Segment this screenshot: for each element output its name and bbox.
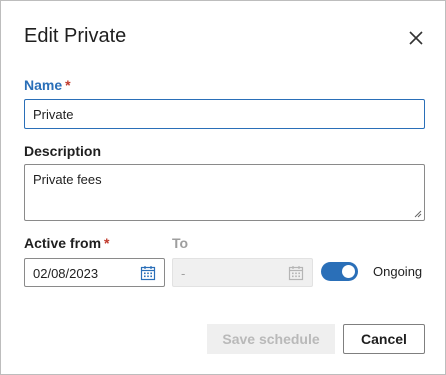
- to-label: To: [172, 235, 189, 251]
- edit-dialog: Edit Private Name * Private Description P…: [0, 0, 446, 375]
- active-from-label: Active from *: [24, 235, 109, 251]
- cancel-button[interactable]: Cancel: [343, 324, 425, 354]
- name-input[interactable]: Private: [24, 99, 425, 129]
- active-from-date-input[interactable]: 02/08/2023: [24, 258, 165, 287]
- description-textarea[interactable]: Private fees: [24, 164, 425, 221]
- dialog-title: Edit Private: [24, 25, 127, 47]
- active-from-required-marker: *: [104, 235, 110, 251]
- to-value: -: [181, 266, 186, 281]
- active-from-label-text: Active from: [24, 235, 102, 251]
- name-label: Name *: [24, 77, 71, 93]
- description-label: Description: [24, 143, 102, 159]
- ongoing-label: Ongoing: [373, 264, 423, 279]
- ongoing-toggle[interactable]: [321, 262, 358, 281]
- name-input-value: Private: [33, 107, 74, 122]
- toggle-knob: [342, 265, 355, 278]
- to-date-input: -: [172, 258, 313, 287]
- close-icon: [409, 31, 423, 45]
- name-required-marker: *: [65, 77, 71, 93]
- close-button[interactable]: [405, 27, 427, 49]
- save-schedule-button[interactable]: Save schedule: [207, 324, 335, 354]
- calendar-icon[interactable]: [140, 265, 156, 281]
- active-from-value: 02/08/2023: [33, 266, 99, 281]
- resize-handle-icon[interactable]: [414, 210, 422, 218]
- name-label-text: Name: [24, 77, 63, 93]
- calendar-icon: [288, 266, 304, 281]
- description-value: Private fees: [33, 172, 102, 187]
